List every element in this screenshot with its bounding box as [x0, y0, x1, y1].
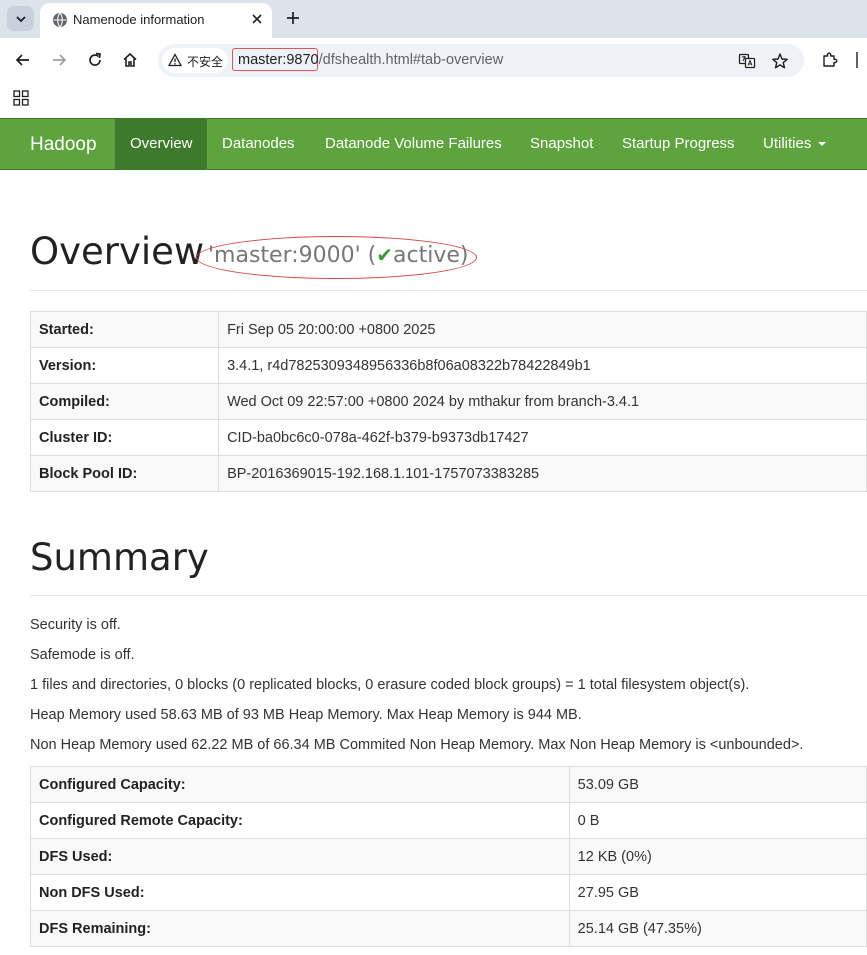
row-value: CID-ba0bc6c0-078a-462f-b379-b9373db17427 [218, 419, 867, 456]
row-key: DFS Used: [30, 838, 570, 875]
browser-tab-strip: Namenode information [0, 0, 867, 38]
row-key: Non DFS Used: [30, 874, 570, 911]
translate-icon[interactable] [738, 52, 756, 70]
nav-snapshot[interactable]: Snapshot [515, 119, 608, 169]
brand-link[interactable]: Hadoop [30, 134, 97, 156]
nav-datanodes[interactable]: Datanodes [207, 119, 310, 169]
url-path: /dfshealth.html#tab-overview [318, 52, 504, 68]
browser-toolbar: 不安全 master:9870/dfshealth.html#tab-overv… [0, 38, 867, 82]
nav-utilities-dropdown[interactable]: Utilities [748, 119, 841, 169]
back-arrow-icon[interactable] [14, 51, 32, 69]
table-row: Cluster ID: CID-ba0bc6c0-078a-462f-b379-… [29, 419, 867, 456]
row-key: Block Pool ID: [29, 455, 220, 492]
reload-icon[interactable] [86, 51, 104, 69]
row-value: 53.09 GB [568, 766, 867, 803]
row-value: 25.14 GB (47.35%) [568, 910, 867, 947]
url-host: master:9870 [238, 52, 319, 68]
table-row: Configured Remote Capacity: 0 B [30, 802, 867, 839]
security-status-text: Security is off. [30, 617, 121, 633]
overview-heading: Overview [30, 230, 205, 273]
table-row: Started: Fri Sep 05 20:00:00 +0800 2025 [29, 311, 867, 348]
new-tab-plus-icon[interactable] [284, 9, 302, 27]
table-row: Configured Capacity: 53.09 GB [30, 766, 867, 803]
extensions-puzzle-icon[interactable] [821, 51, 839, 69]
table-row: Version: 3.4.1, r4d7825309348956336b8f06… [29, 347, 867, 384]
hadoop-navbar: Hadoop Overview Datanodes Datanode Volum… [0, 118, 867, 170]
row-value: 3.4.1, r4d7825309348956336b8f06a08322b78… [218, 347, 867, 384]
summary-heading: Summary [30, 536, 209, 579]
bookmark-star-icon[interactable] [771, 52, 789, 70]
browser-tab-active[interactable]: Namenode information [40, 3, 272, 38]
row-key: Configured Capacity: [30, 766, 570, 803]
globe-icon [53, 12, 67, 28]
table-row: Compiled: Wed Oct 09 22:57:00 +0800 2024… [29, 383, 867, 420]
tab-title: Namenode information [73, 12, 205, 27]
safemode-status-text: Safemode is off. [30, 647, 135, 663]
table-row: Non DFS Used: 27.95 GB [30, 874, 867, 911]
row-value: Wed Oct 09 22:57:00 +0800 2024 by mthaku… [218, 383, 867, 420]
row-key: Compiled: [29, 383, 220, 420]
security-chip[interactable]: 不安全 [162, 48, 228, 73]
table-row: DFS Used: 12 KB (0%) [30, 838, 867, 875]
nav-utilities-label: Utilities [763, 135, 812, 152]
table-row: Block Pool ID: BP-2016369015-192.168.1.1… [29, 455, 867, 492]
warning-triangle-icon [168, 53, 182, 67]
filesystem-objects-text: 1 files and directories, 0 blocks (0 rep… [30, 677, 750, 693]
nav-overview[interactable]: Overview [115, 119, 207, 169]
table-row: DFS Remaining: 25.14 GB (47.35%) [30, 910, 867, 947]
heap-memory-text: Heap Memory used 58.63 MB of 93 MB Heap … [30, 707, 582, 723]
home-icon[interactable] [121, 51, 139, 69]
row-value: BP-2016369015-192.168.1.101-175707338328… [218, 455, 867, 492]
status-annotation-oval [196, 236, 477, 279]
bookmarks-bar [0, 82, 867, 118]
row-key: Started: [29, 311, 220, 348]
security-label: 不安全 [187, 55, 224, 69]
forward-arrow-icon[interactable] [50, 51, 68, 69]
row-value: 27.95 GB [568, 874, 867, 911]
summary-divider [30, 595, 867, 596]
capacity-table: Configured Capacity: 53.09 GB Configured… [30, 766, 867, 947]
row-key: Configured Remote Capacity: [30, 802, 570, 839]
row-value: 12 KB (0%) [568, 838, 867, 875]
toolbar-overflow-edge [856, 52, 858, 68]
address-bar[interactable]: 不安全 master:9870/dfshealth.html#tab-overv… [158, 44, 804, 77]
close-icon[interactable] [249, 11, 265, 27]
row-value: Fri Sep 05 20:00:00 +0800 2025 [218, 311, 867, 348]
nav-startup-progress[interactable]: Startup Progress [607, 119, 750, 169]
nav-datanode-volume-failures[interactable]: Datanode Volume Failures [310, 119, 517, 169]
caret-down-icon [818, 142, 827, 147]
url-text[interactable]: master:9870/dfshealth.html#tab-overview [238, 52, 503, 68]
apps-grid-icon[interactable] [13, 90, 29, 106]
row-key: DFS Remaining: [30, 910, 570, 947]
row-key: Version: [29, 347, 220, 384]
overview-table: Started: Fri Sep 05 20:00:00 +0800 2025 … [29, 311, 867, 492]
tab-search-chevron-down-icon[interactable] [7, 6, 34, 31]
overview-divider [30, 290, 867, 291]
non-heap-memory-text: Non Heap Memory used 62.22 MB of 66.34 M… [30, 737, 804, 753]
row-key: Cluster ID: [29, 419, 220, 456]
row-value: 0 B [568, 802, 867, 839]
